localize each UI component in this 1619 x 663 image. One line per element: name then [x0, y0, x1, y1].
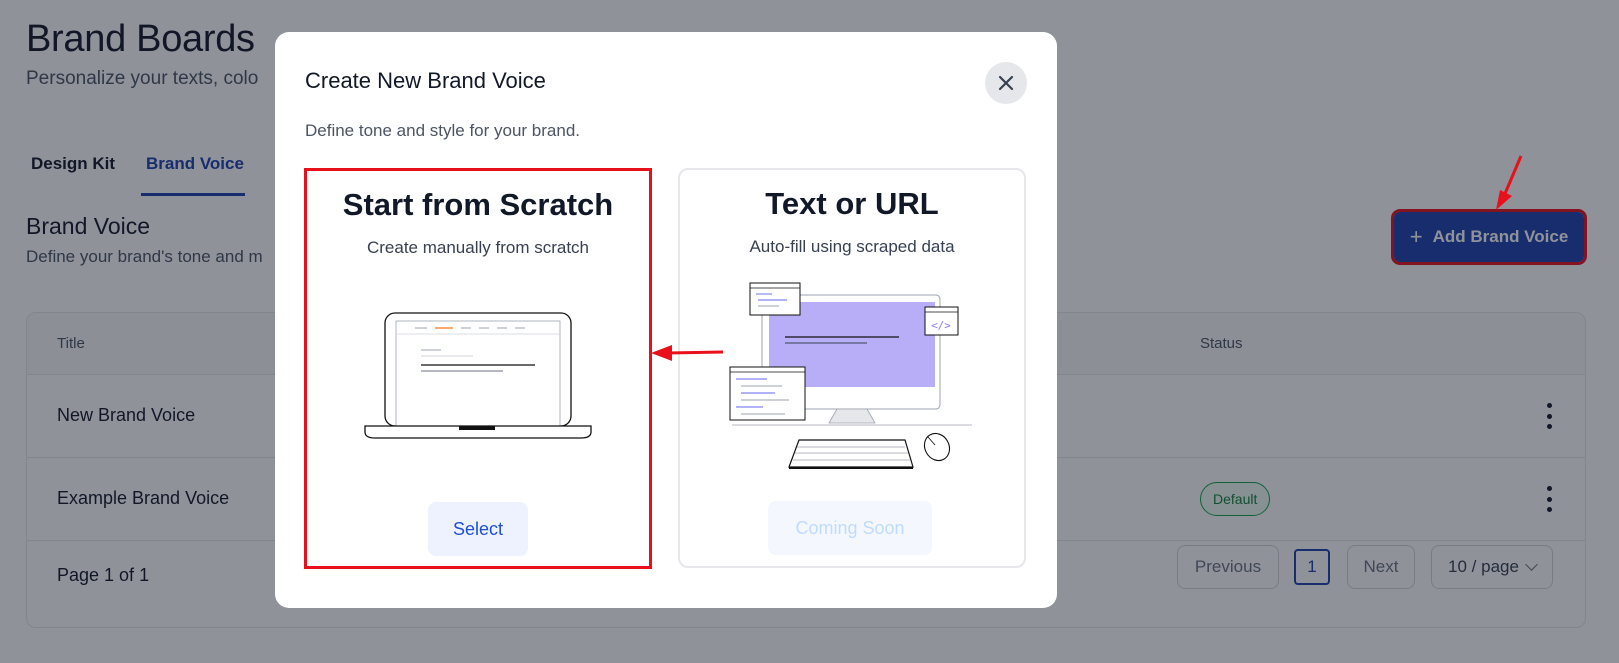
close-icon — [998, 75, 1014, 91]
modal-title: Create New Brand Voice — [305, 68, 546, 93]
modal-description: Define tone and style for your brand. — [305, 121, 580, 140]
svg-text:</>: </> — [931, 319, 951, 332]
option-heading: Text or URL — [765, 186, 939, 221]
select-button[interactable]: Select — [428, 502, 528, 556]
create-brand-voice-modal: Create New Brand Voice Define tone and s… — [275, 32, 1057, 608]
laptop-illustration — [307, 276, 649, 486]
option-subtitle: Create manually from scratch — [366, 238, 590, 257]
close-button[interactable] — [985, 62, 1027, 104]
coming-soon-button: Coming Soon — [768, 501, 932, 555]
start-from-scratch-card[interactable]: Start from Scratch Create manually from … — [304, 168, 652, 569]
desktop-code-illustration: </> — [680, 275, 1024, 485]
option-heading: Start from Scratch — [342, 187, 614, 222]
option-subtitle: Auto-fill using scraped data — [749, 237, 955, 256]
text-or-url-card[interactable]: Text or URL Auto-fill using scraped data — [678, 168, 1026, 568]
